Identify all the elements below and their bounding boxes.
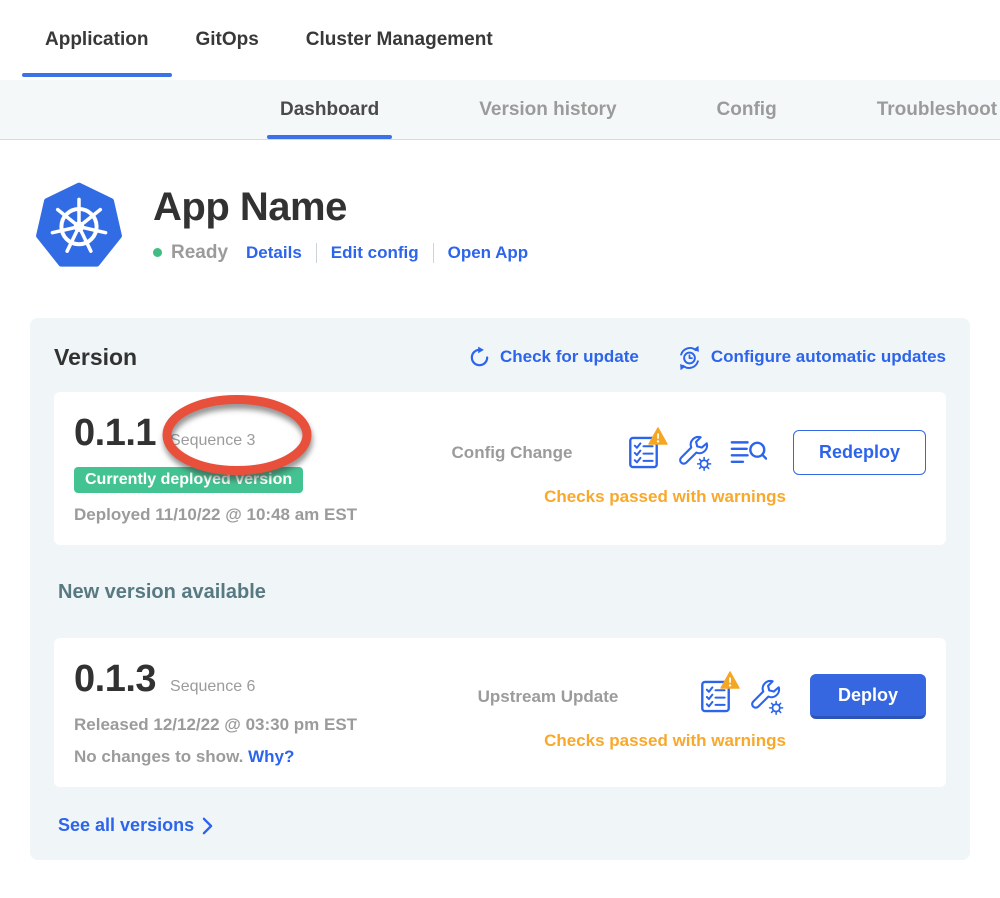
checks-status-text: Checks passed with warnings: [404, 487, 926, 507]
available-version-sequence: Sequence 6: [170, 678, 255, 696]
warning-triangle-icon: [720, 671, 740, 694]
preflight-checks-icon[interactable]: [700, 679, 731, 714]
chevron-right-icon: [202, 817, 213, 835]
configure-automatic-updates-link[interactable]: Configure automatic updates: [677, 345, 946, 370]
tab-config[interactable]: Config: [717, 80, 777, 139]
details-link[interactable]: Details: [246, 243, 302, 263]
check-for-update-link[interactable]: Check for update: [468, 346, 639, 369]
tab-dashboard[interactable]: Dashboard: [280, 80, 379, 139]
version-source-label: Upstream Update: [404, 687, 692, 707]
currently-deployed-badge: Currently deployed version: [74, 467, 303, 493]
deploy-button[interactable]: Deploy: [810, 674, 926, 719]
preflight-checks-icon[interactable]: [628, 435, 659, 470]
version-card-title: Version: [54, 344, 137, 371]
available-version-number: 0.1.3: [74, 658, 156, 701]
edit-config-icon[interactable]: [749, 678, 784, 715]
tab-application[interactable]: Application: [45, 0, 148, 80]
see-all-versions-link[interactable]: See all versions: [58, 815, 213, 836]
current-version-row: 0.1.1 Sequence 3 Currently deployed vers…: [54, 392, 946, 545]
version-card: Version Check for update: [30, 318, 970, 860]
no-changes-text: No changes to show.: [74, 747, 243, 766]
check-for-update-label: Check for update: [500, 347, 639, 367]
released-timestamp: Released 12/12/22 @ 03:30 pm EST: [74, 715, 404, 735]
edit-config-link[interactable]: Edit config: [331, 243, 419, 263]
deployed-timestamp: Deployed 11/10/22 @ 10:48 am EST: [74, 505, 404, 525]
status-dot-icon: [153, 248, 162, 257]
divider: [433, 243, 434, 263]
tab-cluster-management[interactable]: Cluster Management: [306, 0, 493, 80]
current-version-sequence: Sequence 3: [170, 432, 255, 450]
refresh-icon: [468, 346, 491, 369]
configure-automatic-updates-label: Configure automatic updates: [711, 347, 946, 367]
app-header: App Name Ready Details Edit config Open …: [35, 176, 1000, 272]
view-diff-icon[interactable]: [730, 438, 767, 468]
divider: [316, 243, 317, 263]
tab-gitops[interactable]: GitOps: [195, 0, 258, 80]
redeploy-button[interactable]: Redeploy: [793, 430, 926, 475]
edit-config-icon[interactable]: [677, 434, 712, 471]
checks-status-text: Checks passed with warnings: [404, 731, 926, 751]
why-link[interactable]: Why?: [248, 747, 294, 766]
sub-nav: Dashboard Version history Config Trouble…: [0, 80, 1000, 140]
tab-troubleshoot[interactable]: Troubleshoot: [877, 80, 997, 139]
open-app-link[interactable]: Open App: [448, 243, 529, 263]
current-version-number: 0.1.1: [74, 412, 156, 455]
status-label: Ready: [171, 242, 228, 264]
clock-refresh-icon: [677, 345, 702, 370]
page-title: App Name: [153, 185, 528, 230]
top-nav: Application GitOps Cluster Management: [0, 0, 1000, 80]
tab-version-history[interactable]: Version history: [479, 80, 616, 139]
warning-triangle-icon: [648, 427, 668, 450]
available-version-row: 0.1.3 Sequence 6 Released 12/12/22 @ 03:…: [54, 638, 946, 787]
kubernetes-logo-icon: [35, 176, 123, 272]
see-all-versions-label: See all versions: [58, 815, 194, 836]
new-version-heading: New version available: [58, 581, 946, 604]
version-source-label: Config Change: [404, 443, 620, 463]
